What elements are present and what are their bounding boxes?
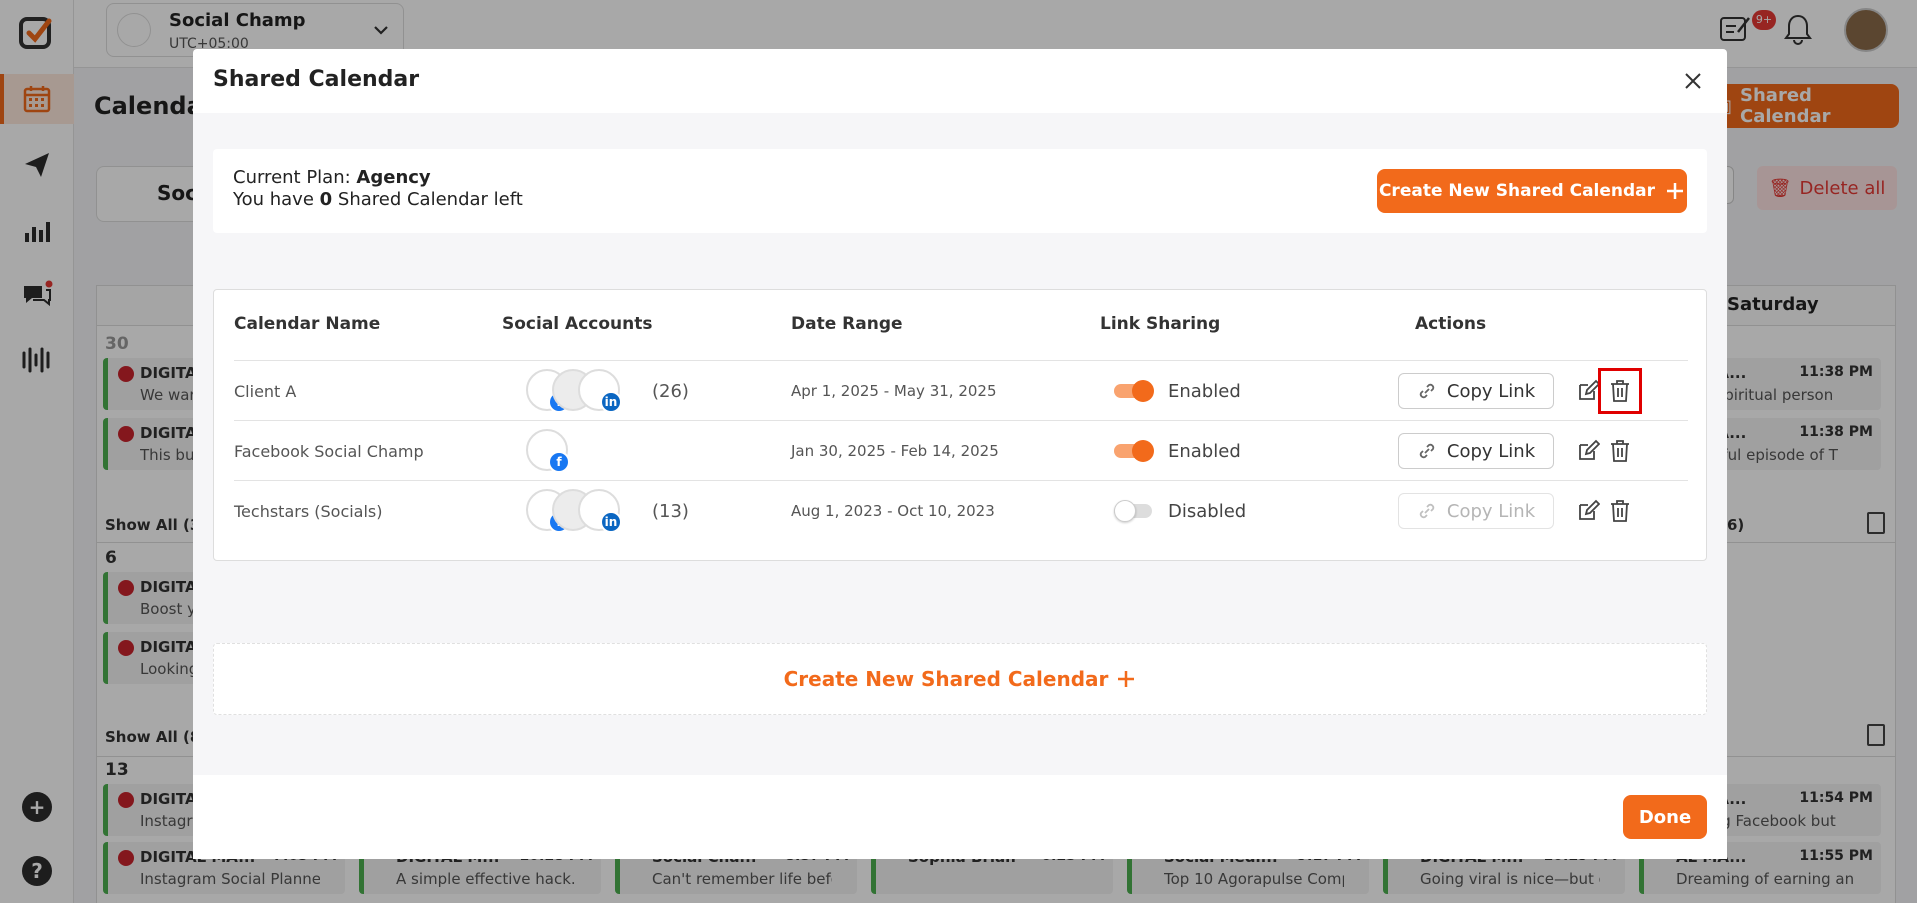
create-shared-calendar-button[interactable]: Create New Shared Calendar	[1377, 169, 1687, 213]
shared-calendars-table: Calendar Name Social Accounts Date Range…	[213, 289, 1707, 561]
link-sharing-status: Enabled	[1168, 440, 1241, 462]
accounts-count: (13)	[652, 501, 689, 522]
copy-link-button[interactable]: Copy Link	[1398, 373, 1554, 409]
calendar-name: Facebook Social Champ	[234, 441, 424, 461]
linkedin-icon: in	[600, 391, 622, 413]
copy-link-label: Copy Link	[1446, 500, 1536, 522]
create-button-label: Create New Shared Calendar	[1378, 181, 1656, 201]
current-plan-text: Current Plan: Agency	[233, 167, 431, 188]
left-count: 0	[319, 189, 333, 210]
plus-icon	[1118, 671, 1135, 687]
toggle-knob	[1114, 500, 1136, 522]
facebook-icon: f	[548, 451, 570, 473]
delete-button[interactable]	[1598, 368, 1642, 414]
calendar-name: Client A	[234, 381, 297, 401]
account-avatar: in	[578, 489, 622, 533]
date-range: Aug 1, 2023 - Oct 10, 2023	[791, 502, 995, 520]
table-row: Client A f in (26) Apr 1, 2025 - May 31,…	[234, 360, 1688, 420]
plan-name: Agency	[356, 167, 431, 188]
toggle-knob	[1132, 380, 1154, 402]
accounts-count: (26)	[652, 381, 689, 402]
copy-link-label: Copy Link	[1446, 440, 1536, 462]
edit-icon[interactable]	[1576, 379, 1600, 403]
modal-footer: Done	[193, 775, 1727, 859]
account-avatar: f	[526, 429, 570, 473]
linkedin-icon: in	[600, 511, 622, 533]
trash-icon	[1611, 380, 1629, 402]
trash-icon	[1611, 440, 1629, 462]
plan-prefix: Current Plan:	[233, 167, 357, 188]
close-icon	[1685, 73, 1701, 89]
date-range: Apr 1, 2025 - May 31, 2025	[791, 382, 997, 400]
create-shared-calendar-dashed-button[interactable]: Create New Shared Calendar	[213, 643, 1707, 715]
link-sharing-toggle[interactable]	[1114, 380, 1154, 402]
delete-button[interactable]	[1607, 437, 1633, 465]
trash-icon	[1611, 500, 1629, 522]
close-button[interactable]	[1681, 69, 1705, 93]
link-sharing-status: Disabled	[1168, 500, 1247, 522]
link-sharing-toggle[interactable]	[1114, 440, 1154, 462]
edit-icon[interactable]	[1576, 499, 1600, 523]
toggle-knob	[1132, 440, 1154, 462]
create-dashed-label: Create New Shared Calendar	[783, 667, 1109, 691]
left-suffix: Shared Calendar left	[332, 189, 523, 210]
column-header-link-sharing: Link Sharing	[1100, 314, 1221, 334]
column-header-social-accounts: Social Accounts	[502, 314, 653, 334]
calendar-name: Techstars (Socials)	[234, 501, 383, 521]
date-range: Jan 30, 2025 - Feb 14, 2025	[791, 442, 999, 460]
link-icon	[1419, 503, 1435, 519]
table-row: Techstars (Socials) f in (13) Aug 1, 202…	[234, 480, 1688, 540]
link-sharing-status: Enabled	[1168, 380, 1241, 402]
link-sharing-toggle[interactable]	[1114, 500, 1154, 522]
shared-calendar-modal: Shared Calendar Current Plan: Agency You…	[193, 49, 1727, 859]
done-button[interactable]: Done	[1623, 795, 1707, 839]
copy-link-label: Copy Link	[1446, 380, 1536, 402]
plan-card: Current Plan: Agency You have 0 Shared C…	[213, 149, 1707, 233]
plus-icon	[1667, 183, 1684, 199]
copy-link-button[interactable]: Copy Link	[1398, 493, 1554, 529]
edit-icon[interactable]	[1576, 439, 1600, 463]
link-icon	[1419, 383, 1435, 399]
column-header-calendar-name: Calendar Name	[234, 314, 381, 334]
delete-button[interactable]	[1607, 497, 1633, 525]
copy-link-button[interactable]: Copy Link	[1398, 433, 1554, 469]
column-header-actions: Actions	[1415, 314, 1487, 334]
left-prefix: You have	[233, 189, 320, 210]
calendars-left-text: You have 0 Shared Calendar left	[233, 189, 523, 210]
modal-body: Current Plan: Agency You have 0 Shared C…	[193, 113, 1727, 775]
link-icon	[1419, 443, 1435, 459]
modal-header: Shared Calendar	[193, 49, 1727, 113]
column-header-date-range: Date Range	[791, 314, 903, 334]
table-row: Facebook Social Champ f Jan 30, 2025 - F…	[234, 420, 1688, 480]
modal-title: Shared Calendar	[213, 67, 420, 92]
account-avatar: in	[578, 369, 622, 413]
